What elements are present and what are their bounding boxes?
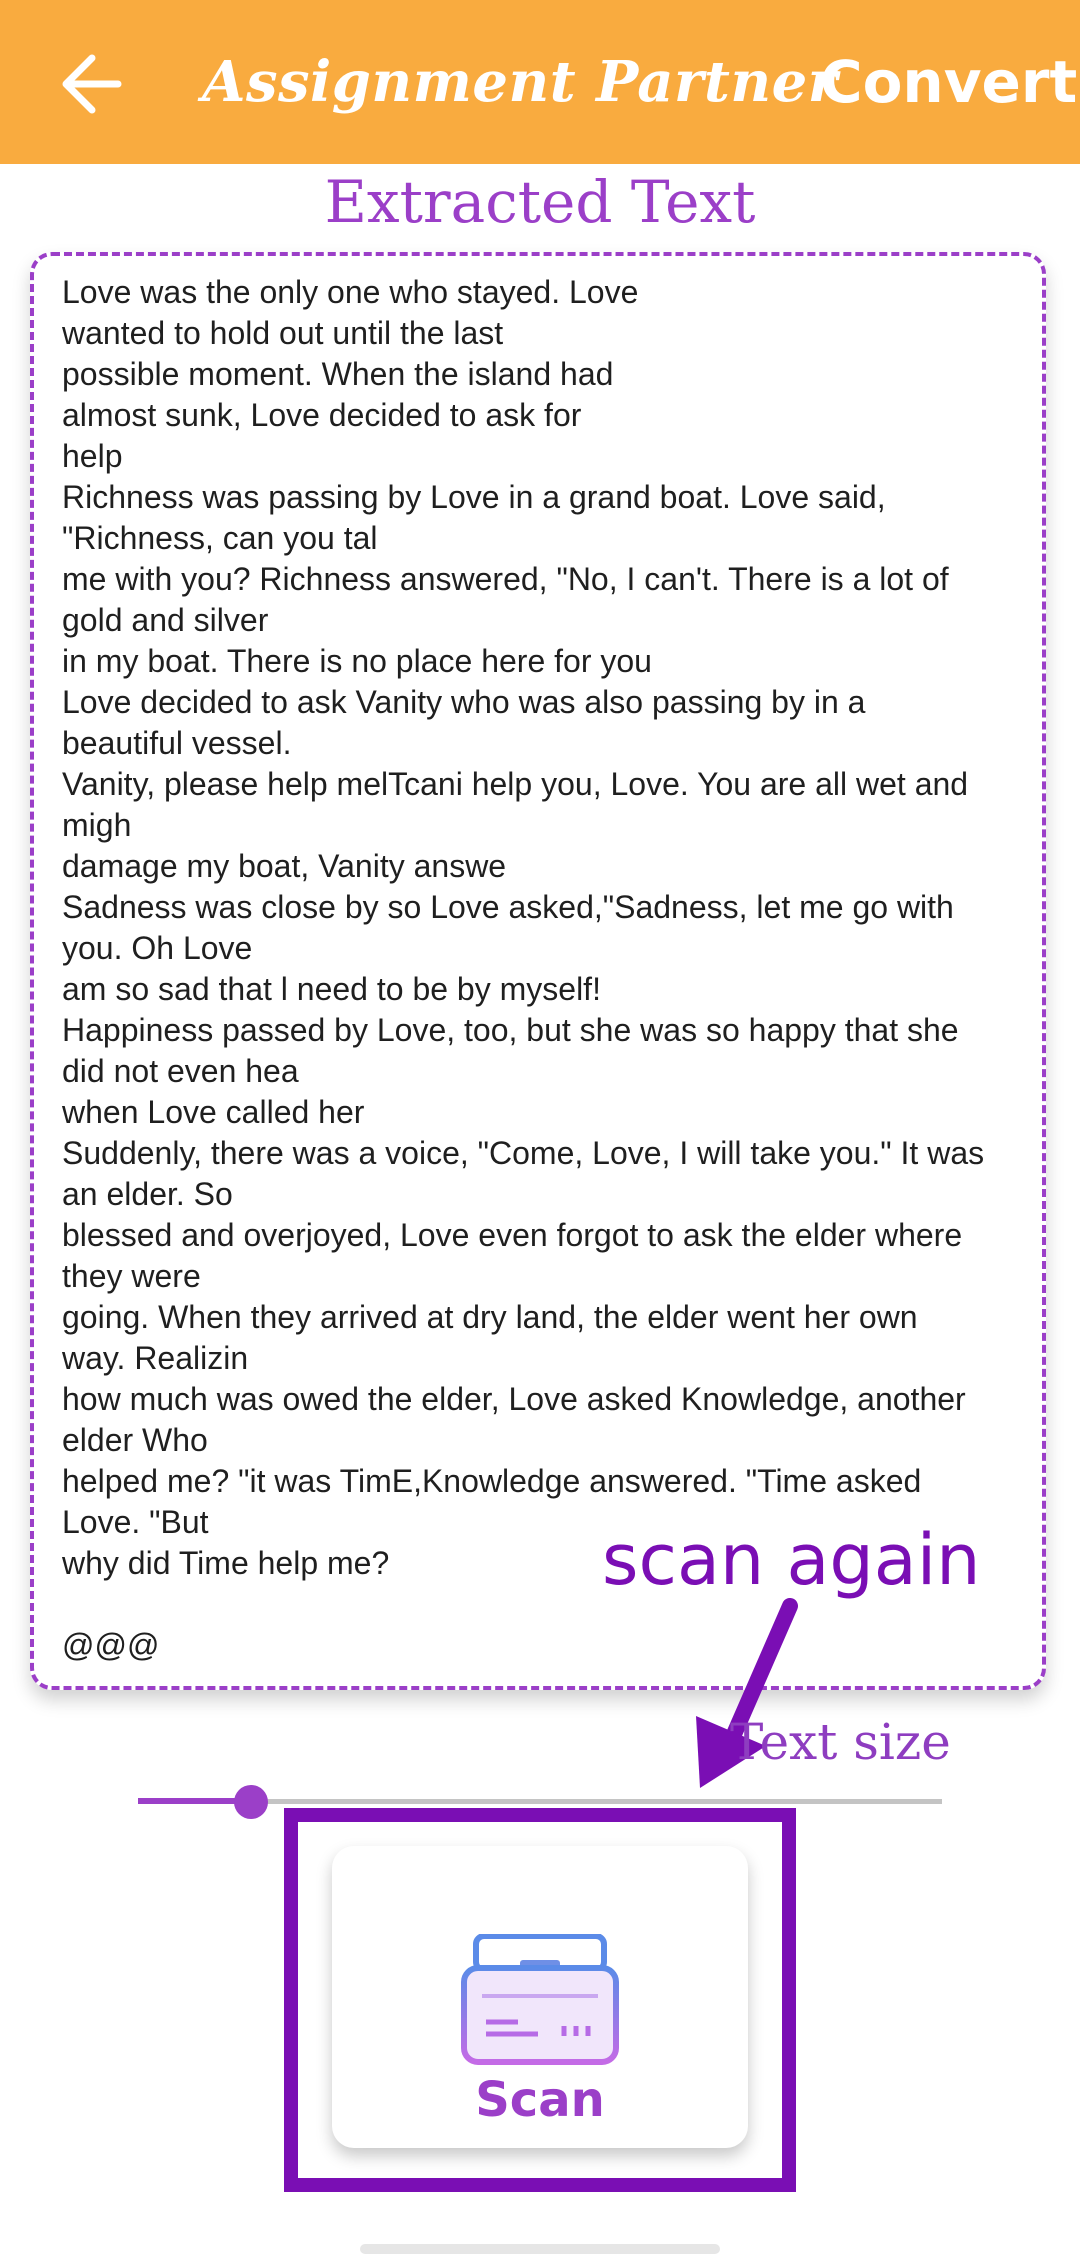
app-title: Assignment Partner (202, 49, 838, 115)
back-button[interactable] (48, 42, 132, 126)
app-bar: Assignment Partner Convert (0, 0, 1080, 164)
text-size-label: Text size (730, 1713, 951, 1771)
convert-button[interactable]: Convert (820, 46, 1077, 118)
scan-button-label: Scan (475, 2072, 605, 2128)
extracted-text-box[interactable]: Love was the only one who stayed. Love w… (30, 252, 1046, 1690)
slider-thumb[interactable] (234, 1785, 268, 1819)
annotation-arrow-icon (696, 1598, 798, 1788)
extracted-text: Love was the only one who stayed. Love w… (62, 274, 985, 1663)
section-title: Extracted Text (324, 168, 756, 236)
scanner-icon (461, 1934, 619, 2065)
scan-again-annotation: scan again (602, 1519, 981, 1601)
scan-button[interactable]: Scan (332, 1846, 748, 2148)
arrow-left-icon (62, 54, 122, 114)
home-indicator[interactable] (360, 2244, 720, 2254)
